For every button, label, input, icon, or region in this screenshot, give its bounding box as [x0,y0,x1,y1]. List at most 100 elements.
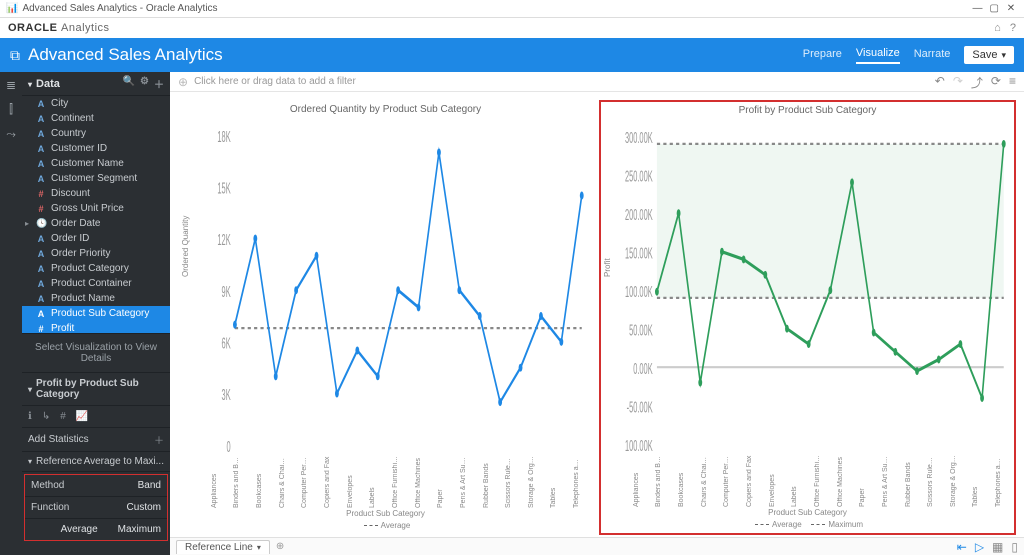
tree-item-customer-name[interactable]: ACustomer Name [22,156,170,171]
x-category-label: Telephones and Communication [573,456,580,508]
panel-add-icon[interactable]: ＋ [154,76,164,91]
collapse-icon[interactable]: ▾ [28,80,32,89]
x-category-label: Office Furnishings [814,455,821,507]
tab-prepare[interactable]: Prepare [803,48,842,63]
panel-menu-icon[interactable]: ⚙ [140,76,149,91]
svg-text:18K: 18K [217,128,230,146]
x-category-label: Labels [791,455,798,507]
tab-narrate[interactable]: Narrate [914,48,951,63]
chart2-legend: Average Maximum [601,518,1014,533]
tree-item-label: Discount [51,188,90,199]
x-category-label: Labels [369,456,376,508]
x-category-label: Copiers and Fax [324,456,331,508]
tree-item-product-sub-category[interactable]: AProduct Sub Category [22,306,170,321]
x-category-label: Chairs & Chairmats [701,455,708,507]
function-label: Function [31,502,69,513]
tree-item-continent[interactable]: AContinent [22,111,170,126]
rail-bar-icon[interactable]: ⫿ [9,102,13,117]
svg-text:6K: 6K [222,334,231,352]
prop-tab-analytics-icon[interactable]: 📈 [76,411,88,422]
band-from-value[interactable]: Average [61,524,98,535]
tree-item-city[interactable]: ACity [22,96,170,111]
save-button[interactable]: Save▾ [964,46,1014,64]
x-category-label: Office Machines [837,455,844,507]
band-to-value[interactable]: Maximum [118,524,161,535]
x-category-label: Tables [972,455,979,507]
help-icon[interactable]: ? [1010,22,1016,34]
tree-item-profit[interactable]: #Profit [22,321,170,334]
chart1-xlabel: Product Sub Category [179,508,592,519]
rail-data-icon[interactable]: ≣ [6,78,16,92]
x-category-label: Chairs & Chairmats [279,456,286,508]
tree-item-customer-id[interactable]: ACustomer ID [22,141,170,156]
search-icon[interactable]: 🔍 [123,76,135,91]
svg-text:3K: 3K [222,386,231,404]
prop-tab-values-icon[interactable]: # [60,411,66,422]
x-category-label: Copiers and Fax [746,455,753,507]
svg-text:150.00K: 150.00K [625,244,653,262]
function-value[interactable]: Custom [127,502,161,513]
reference-value[interactable]: Average to Maxi... [84,456,164,467]
tree-item-discount[interactable]: #Discount [22,186,170,201]
x-category-label: Rubber Bands [483,456,490,508]
tree-item-country[interactable]: ACountry [22,126,170,141]
x-category-label: Envelopes [769,455,776,507]
attribute-icon: A [36,114,46,124]
prop-tab-axis-icon[interactable]: ↳ [42,411,50,422]
tree-item-label: Customer Segment [51,173,137,184]
attribute-icon: A [36,234,46,244]
window-close[interactable]: ✕ [1004,3,1018,14]
tree-item-label: Product Name [51,293,115,304]
viz-ordered-quantity[interactable]: Ordered Quantity by Product Sub Category… [178,100,593,535]
x-category-label: Storage & Organization [528,456,535,508]
tab-visualize[interactable]: Visualize [856,47,900,64]
attribute-icon: A [36,294,46,304]
measure-icon: # [36,204,46,214]
tree-item-order-priority[interactable]: AOrder Priority [22,246,170,261]
home-icon[interactable]: ⌂ [994,22,1001,34]
tree-item-customer-segment[interactable]: A Customer Segment [22,171,170,186]
tree-item-product-container[interactable]: AProduct Container [22,276,170,291]
add-statistics-button[interactable]: ＋ [154,432,164,447]
x-category-label: Tables [550,456,557,508]
share-icon[interactable]: ⤴ [971,74,983,91]
x-category-label: Appliances [211,456,218,508]
tree-item-label: Product Category [51,263,129,274]
tree-item-product-name[interactable]: A Product Name [22,291,170,306]
tree-item-product-category[interactable]: A Product Category [22,261,170,276]
method-value[interactable]: Band [138,480,161,491]
add-canvas-icon[interactable]: ⊕ [276,541,284,552]
x-category-label: Storage & Organization [950,455,957,507]
rail-flow-icon[interactable]: ⤳ [6,127,16,142]
chart2-xlabel: Product Sub Category [601,507,1014,518]
svg-text:9K: 9K [222,283,231,301]
window-maximize[interactable]: ▢ [987,3,1001,14]
view-grid-icon[interactable]: ▦ [992,540,1003,554]
add-filter-icon[interactable]: ⊕ [178,75,188,89]
svg-text:100.00K: 100.00K [625,283,653,301]
viz-profit[interactable]: Profit by Product Sub Category Profit -1… [599,100,1016,535]
refresh-icon[interactable]: ⟳ [991,74,1001,91]
attribute-icon: A [36,264,46,274]
x-category-label: Paper [437,456,444,508]
window-minimize[interactable]: — [970,3,984,14]
x-category-label: Computer Peripherals [723,455,730,507]
prop-tab-general-icon[interactable]: ℹ [28,411,32,422]
nav-first-icon[interactable]: ⇤ [957,540,967,554]
x-category-label: Telephones and Communication [995,455,1002,507]
tree-item-order-id[interactable]: AOrder ID [22,231,170,246]
nav-play-icon[interactable]: ▷ [975,540,984,554]
undo-icon[interactable]: ↶ [935,74,945,91]
canvas-menu-icon[interactable]: ≡ [1009,74,1016,91]
tree-item-order-date[interactable]: ▸🕓Order Date [22,216,170,231]
filter-hint[interactable]: Click here or drag data to add a filter [194,76,356,87]
tree-item-gross-unit-price[interactable]: #Gross Unit Price [22,201,170,216]
canvas-tab-reference-line[interactable]: Reference Line▾ [176,540,270,554]
x-category-label: Bookcases [256,456,263,508]
view-single-icon[interactable]: ▯ [1011,540,1018,554]
x-category-label: Envelopes [347,456,354,508]
attribute-icon: A [36,174,46,184]
redo-icon[interactable]: ↷ [953,74,963,91]
data-panel-label: Data [36,78,60,90]
x-category-label: Rubber Bands [905,455,912,507]
